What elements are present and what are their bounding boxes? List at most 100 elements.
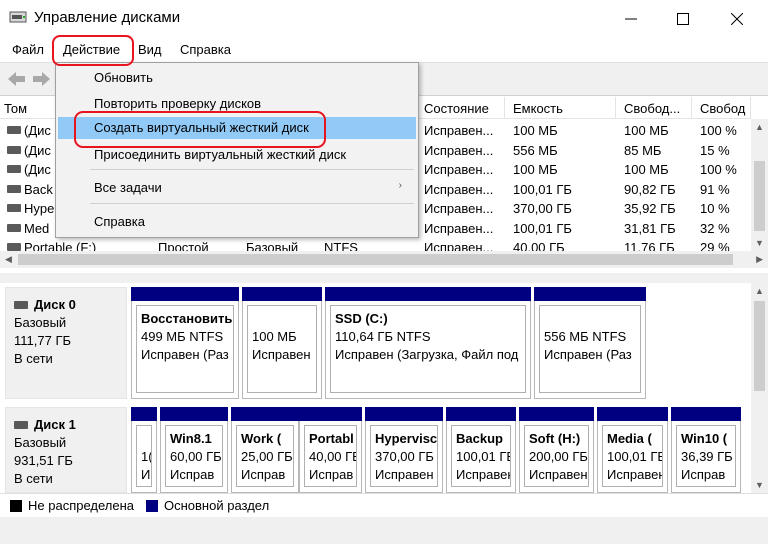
partition-block[interactable]: Portabl 40,00 ГБ Исправ xyxy=(299,407,362,493)
partition-block[interactable]: 556 МБ NTFS Исправен (Раз xyxy=(534,287,646,399)
partition-size: 1( xyxy=(141,449,152,464)
partition-size: 100,01 ГБ xyxy=(607,449,663,464)
partition-block[interactable]: SSD (C:) 110,64 ГБ NTFS Исправен (Загрузка… xyxy=(325,287,531,399)
table-cell: 32 % xyxy=(700,220,730,236)
legend-primary: Основной раздел xyxy=(164,498,270,513)
col-free-pct[interactable]: Свобод xyxy=(692,97,751,119)
unallocated-swatch xyxy=(10,500,22,512)
minimize-button[interactable] xyxy=(608,0,654,37)
partition-bar xyxy=(231,407,299,421)
disk-icon xyxy=(14,421,28,429)
title-bar: Управление дисками xyxy=(0,0,768,37)
status-bar xyxy=(0,517,768,544)
table-cell: 556 МБ xyxy=(513,142,558,158)
scroll-thumb-horizontal[interactable] xyxy=(18,254,733,265)
partition-bar xyxy=(671,407,741,421)
partition-status: Исправен (Раз xyxy=(141,347,229,362)
partition-info: Portabl 40,00 ГБ Исправ xyxy=(304,425,357,487)
table-cell: 100,01 ГБ xyxy=(513,220,572,236)
partition-block[interactable]: Восстановить 499 МБ NTFS Исправен (Раз xyxy=(131,287,239,399)
partition-block[interactable]: Backup 100,01 ГБ Исправен xyxy=(446,407,516,493)
partition-bar xyxy=(325,287,531,301)
partition-name: Win8.1 xyxy=(170,431,212,446)
scroll-up-icon[interactable]: ▲ xyxy=(755,286,764,296)
menu-separator xyxy=(90,203,414,204)
disk-label[interactable]: Диск 0 Базовый 111,77 ГБ В сети xyxy=(5,287,127,399)
col-status[interactable]: Состояние xyxy=(416,97,505,119)
menu-view[interactable]: Вид xyxy=(138,42,162,57)
scroll-thumb[interactable] xyxy=(754,161,765,231)
menu-item-label: Все задачи xyxy=(94,180,162,195)
table-cell: 15 % xyxy=(700,142,730,158)
window-title: Управление дисками xyxy=(34,9,181,26)
partition-block[interactable]: Soft (H:) 200,00 ГБ Исправен xyxy=(519,407,594,493)
partition-name: Portabl xyxy=(309,431,354,446)
partition-bar xyxy=(534,287,646,301)
partition-size: 200,00 ГБ xyxy=(529,449,588,464)
partition-block[interactable]: 100 МБ Исправен xyxy=(242,287,322,399)
partition-status: Исправен xyxy=(607,467,663,482)
menu-file[interactable]: Файл xyxy=(12,42,44,57)
close-icon xyxy=(731,12,743,25)
partition-size: 40,00 ГБ xyxy=(309,449,357,464)
scroll-thumb[interactable] xyxy=(754,301,765,391)
table-cell: 10 % xyxy=(700,201,730,216)
partition-size: 60,00 ГБ xyxy=(170,449,222,464)
menu-item-help[interactable]: Справка xyxy=(58,211,416,233)
maximize-button[interactable] xyxy=(660,0,706,37)
volume-icon xyxy=(7,165,21,173)
partition-status: Исправ xyxy=(241,467,286,482)
partition-name xyxy=(252,310,316,328)
back-arrow-icon[interactable] xyxy=(8,71,26,87)
pane-splitter[interactable] xyxy=(0,273,768,283)
partition-bar xyxy=(160,407,228,421)
partition-bar xyxy=(299,407,362,421)
scroll-left-icon[interactable]: ◀ xyxy=(5,254,12,265)
table-cell: Исправен... xyxy=(424,201,494,216)
disk-type: Базовый xyxy=(14,315,67,330)
disk-name: Диск 1 xyxy=(14,416,126,434)
partition-block[interactable]: Media (100,01 ГБ Исправен xyxy=(597,407,668,493)
partition-block[interactable]: 1(Ис xyxy=(131,407,157,493)
partition-info: Backup 100,01 ГБ Исправен xyxy=(451,425,511,487)
table-cell: 31,81 ГБ xyxy=(624,220,676,236)
scroll-down-icon[interactable]: ▼ xyxy=(755,238,764,248)
partition-info: 100 МБ Исправен xyxy=(247,305,317,393)
menu-item-refresh[interactable]: Обновить xyxy=(58,67,416,89)
disk-status: В сети xyxy=(14,351,53,366)
disk-label[interactable]: Диск 1 Базовый 931,51 ГБ В сети xyxy=(5,407,127,493)
partition-bar xyxy=(242,287,322,301)
partition-block[interactable]: Hypervisc 370,00 ГБ Исправен xyxy=(365,407,443,493)
table-cell: 85 МБ xyxy=(624,142,662,158)
table-cell: Исправен... xyxy=(424,220,494,236)
table-cell: Исправен... xyxy=(424,181,494,197)
close-button[interactable] xyxy=(714,0,760,37)
partition-bar xyxy=(519,407,594,421)
partition-block[interactable]: Win10 (36,39 ГБ Исправ xyxy=(671,407,741,493)
scroll-right-icon[interactable]: ▶ xyxy=(756,254,763,265)
partition-size: 110,64 ГБ NTFS xyxy=(335,329,431,344)
col-capacity[interactable]: Емкость xyxy=(505,97,616,119)
partition-status: Исправен (Загрузка, Файл под xyxy=(335,347,519,362)
table-cell: 90,82 ГБ xyxy=(624,181,676,197)
partition-status: Исправ xyxy=(170,467,215,482)
menu-item-label: Присоединить виртуальный жесткий диск xyxy=(94,147,347,162)
forward-arrow-icon[interactable] xyxy=(32,71,50,87)
partition-block[interactable]: Win8.1 60,00 ГБ Исправ xyxy=(160,407,228,493)
table-cell: 100 МБ xyxy=(624,162,669,177)
partition-name: Backup xyxy=(456,431,503,446)
volume-icon xyxy=(7,204,21,212)
menu-help[interactable]: Справка xyxy=(180,42,231,57)
partition-info: Work (25,00 ГБ Исправ xyxy=(236,425,294,487)
col-free[interactable]: Свобод... xyxy=(616,97,692,119)
table-vertical-scrollbar[interactable]: ▲ ▼ xyxy=(751,119,768,251)
disk-view-scrollbar[interactable]: ▲ ▼ xyxy=(751,283,768,493)
partition-bar xyxy=(597,407,668,421)
volume-icon xyxy=(7,223,21,232)
partition-block[interactable]: Work (25,00 ГБ Исправ xyxy=(231,407,299,493)
scroll-up-icon[interactable]: ▲ xyxy=(755,122,764,132)
scroll-down-icon[interactable]: ▼ xyxy=(755,480,764,490)
table-horizontal-scrollbar[interactable]: ◀ ▶ xyxy=(0,251,768,268)
partition-info: Soft (H:) 200,00 ГБ Исправен xyxy=(524,425,589,487)
menu-item-all-tasks[interactable]: Все задачи › xyxy=(58,177,416,199)
